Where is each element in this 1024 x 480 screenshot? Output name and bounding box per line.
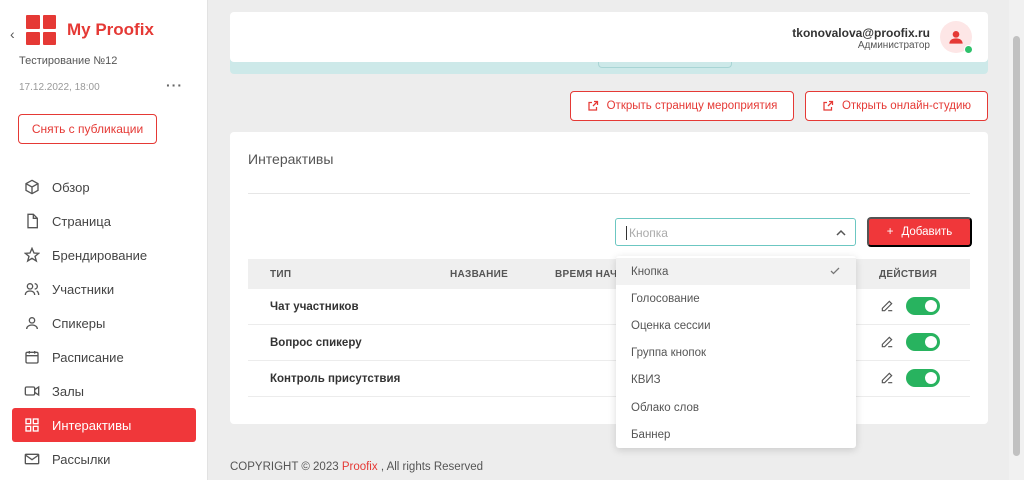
option-label: КВИЗ <box>631 374 661 387</box>
sidebar-item-label: Брендирование <box>52 247 148 263</box>
open-studio-label: Открыть онлайн-студию <box>841 100 972 112</box>
dropdown-option-banner[interactable]: Баннер <box>616 421 856 448</box>
user-icon <box>24 315 40 331</box>
check-icon <box>830 267 840 275</box>
option-label: Группа кнопок <box>631 347 707 360</box>
interactive-type-select[interactable]: Кнопка <box>615 218 856 246</box>
event-date: 17.12.2022, 18:00 <box>19 82 100 93</box>
sidebar: ‹ My Proofix Тестирование №12 17.12.2022… <box>0 0 208 480</box>
scrollbar-thumb[interactable] <box>1013 36 1020 456</box>
enabled-toggle[interactable] <box>906 333 940 351</box>
table-row: Вопрос спикеру <box>248 325 970 361</box>
cube-icon <box>24 179 40 195</box>
dropdown-option-button[interactable]: Кнопка <box>616 258 856 286</box>
external-link-icon <box>823 100 834 111</box>
edit-icon[interactable] <box>880 299 894 313</box>
open-event-page-label: Открыть страницу мероприятия <box>606 100 778 112</box>
plus-icon: + <box>886 226 894 238</box>
row-type: Контроль присутствия <box>270 373 401 385</box>
sidebar-item-label: Участники <box>52 281 115 297</box>
dropdown-option-button-group[interactable]: Группа кнопок <box>616 340 856 367</box>
sidebar-item-speakers[interactable]: Спикеры <box>12 306 196 340</box>
file-icon <box>24 213 40 229</box>
enabled-toggle[interactable] <box>906 297 940 315</box>
sidebar-item-interactives[interactable]: Интерактивы <box>12 408 196 442</box>
add-button-label: Добавить <box>901 226 953 238</box>
select-placeholder: Кнопка <box>629 226 668 240</box>
text-cursor <box>626 226 627 240</box>
event-name: Тестирование №12 <box>19 55 118 67</box>
user-role: Администратор <box>857 40 930 51</box>
table-row: Контроль присутствия <box>248 361 970 397</box>
dropdown-option-session-rating[interactable]: Оценка сессии <box>616 312 856 339</box>
unpublish-button[interactable]: Снять с публикации <box>18 114 157 144</box>
avatar[interactable] <box>940 21 973 54</box>
sidebar-item-mailings[interactable]: Рассылки <box>12 442 196 476</box>
option-label: Голосование <box>631 292 700 305</box>
star-icon <box>24 247 40 263</box>
external-link-icon <box>587 100 598 111</box>
open-studio-button[interactable]: Открыть онлайн-студию <box>805 91 988 121</box>
sidebar-nav: Обзор Страница Брендирование Участники С… <box>12 170 196 476</box>
sidebar-item-page[interactable]: Страница <box>12 204 196 238</box>
sidebar-item-label: Интерактивы <box>52 417 132 433</box>
mail-icon <box>24 451 40 467</box>
divider <box>248 193 970 194</box>
footer: COPYRIGHT © 2023 Proofix , All rights Re… <box>230 461 483 473</box>
row-type: Чат участников <box>270 301 359 313</box>
sidebar-item-label: Расписание <box>52 349 124 365</box>
row-type: Вопрос спикеру <box>270 337 362 349</box>
sidebar-item-branding[interactable]: Брендирование <box>12 238 196 272</box>
option-label: Облако слов <box>631 401 699 414</box>
sidebar-item-label: Спикеры <box>52 315 106 331</box>
column-name: НАЗВАНИЕ <box>450 269 509 280</box>
calendar-icon <box>24 349 40 365</box>
option-label: Кнопка <box>631 265 669 278</box>
column-type: ТИП <box>270 269 292 280</box>
logo-icon <box>26 15 56 45</box>
dropdown-option-poll[interactable]: Голосование <box>616 285 856 312</box>
column-start-time: ВРЕМЯ НАЧ <box>555 269 618 280</box>
chevron-up-icon[interactable] <box>835 227 847 239</box>
user-email: tkonovalova@proofix.ru <box>792 26 930 40</box>
users-icon <box>24 281 40 297</box>
sidebar-item-overview[interactable]: Обзор <box>12 170 196 204</box>
brand-name: My Proofix <box>67 20 154 39</box>
sidebar-item-halls[interactable]: Залы <box>12 374 196 408</box>
page-title: Интерактивы <box>248 151 334 167</box>
column-actions: ДЕЙСТВИЯ <box>879 269 938 280</box>
video-icon <box>24 383 40 399</box>
option-label: Баннер <box>631 428 671 441</box>
edit-icon[interactable] <box>880 335 894 349</box>
rights-text: , All rights Reserved <box>380 461 484 473</box>
open-event-page-button[interactable]: Открыть страницу мероприятия <box>570 91 794 121</box>
back-chevron-icon[interactable]: ‹ <box>10 26 15 42</box>
scrollbar[interactable] <box>1009 0 1024 480</box>
copyright-text: COPYRIGHT © 2023 <box>230 461 339 473</box>
sidebar-item-label: Залы <box>52 383 85 399</box>
interactives-card: Интерактивы Кнопка + Добавить ТИП НАЗВАН… <box>230 132 988 424</box>
edit-icon[interactable] <box>880 371 894 385</box>
type-dropdown-menu: Кнопка Голосование Оценка сессии Группа … <box>616 256 856 448</box>
more-options-icon[interactable]: ··· <box>166 77 183 93</box>
sidebar-item-participants[interactable]: Участники <box>12 272 196 306</box>
sidebar-item-label: Обзор <box>52 179 90 195</box>
option-label: Оценка сессии <box>631 319 711 332</box>
sidebar-item-label: Рассылки <box>52 451 111 467</box>
sidebar-item-label: Страница <box>52 213 111 229</box>
table-header: ТИП НАЗВАНИЕ ВРЕМЯ НАЧ ДЕЙСТВИЯ <box>248 259 970 289</box>
online-status-dot <box>964 45 973 54</box>
dropdown-option-word-cloud[interactable]: Облако слов <box>616 394 856 421</box>
user-avatar-icon <box>949 31 963 44</box>
enabled-toggle[interactable] <box>906 369 940 387</box>
top-header: tkonovalova@proofix.ru Администратор <box>230 12 988 62</box>
interactives-table: ТИП НАЗВАНИЕ ВРЕМЯ НАЧ ДЕЙСТВИЯ Чат учас… <box>248 259 970 397</box>
grid-icon <box>24 417 40 433</box>
dropdown-option-quiz[interactable]: КВИЗ <box>616 367 856 394</box>
table-row: Чат участников <box>248 289 970 325</box>
add-button[interactable]: + Добавить <box>867 217 972 247</box>
sidebar-item-schedule[interactable]: Расписание <box>12 340 196 374</box>
footer-brand-link[interactable]: Proofix <box>342 461 378 473</box>
